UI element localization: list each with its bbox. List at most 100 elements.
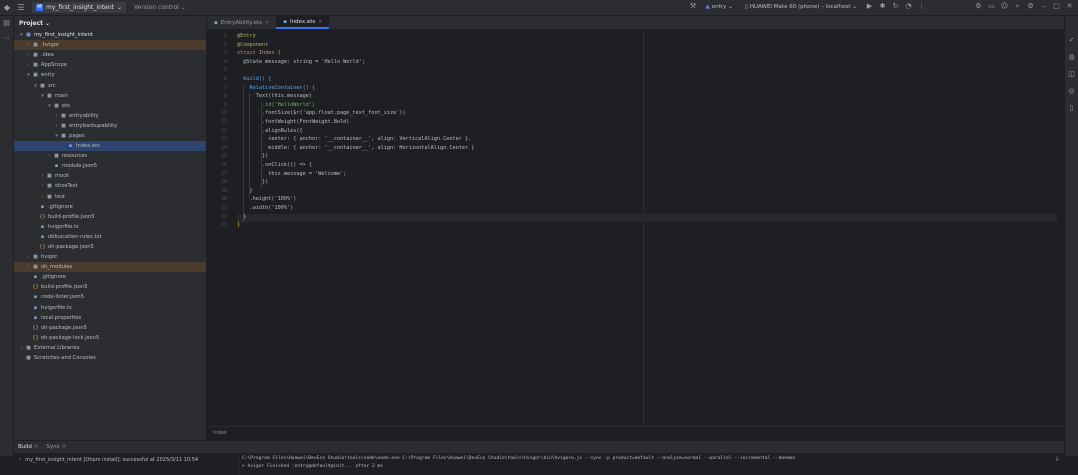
breadcrumb[interactable]: Index: [207, 426, 1064, 440]
chevron-right-icon[interactable]: ›: [39, 194, 46, 200]
tree-item[interactable]: ▾ ■ src: [14, 80, 206, 90]
close-icon[interactable]: ✕: [1065, 2, 1074, 11]
tree-item[interactable]: › ■ entrybackupability: [14, 121, 206, 131]
folder-icon[interactable]: ▭: [987, 2, 996, 11]
tree-item[interactable]: ▾ ■ main: [14, 91, 206, 101]
tree-item[interactable]: › ■ AppScope: [14, 60, 206, 70]
chevron-right-icon[interactable]: ›: [25, 264, 32, 270]
close-tab-icon[interactable]: ✕: [62, 444, 67, 450]
chevron-down-icon[interactable]: ▾: [46, 103, 53, 109]
previewer-icon[interactable]: ◫: [1067, 70, 1076, 79]
tree-item[interactable]: ■ Scratches and Consoles: [14, 353, 206, 363]
code-line[interactable]: }): [237, 179, 268, 187]
editor-tab[interactable]: ▪ Index.ets ✕: [276, 16, 330, 29]
tree-item[interactable]: › ■ .idea: [14, 50, 206, 60]
check-icon[interactable]: ✓: [1067, 36, 1076, 45]
tree-item[interactable]: ▾ ■ pages: [14, 131, 206, 141]
gear-icon[interactable]: ⚙: [1026, 2, 1035, 11]
tree-item[interactable]: › ■ entryability: [14, 111, 206, 121]
tree-item[interactable]: › ■ hvigor: [14, 252, 206, 262]
tree-item[interactable]: ▪ obfuscation-rules.txt: [14, 232, 206, 242]
code-line[interactable]: middle: { anchor: '__container__', align…: [237, 145, 474, 153]
chevron-right-icon[interactable]: ›: [53, 123, 60, 129]
code-line[interactable]: }: [237, 188, 252, 196]
hammer-icon[interactable]: ⚒: [688, 2, 697, 11]
tree-item[interactable]: › ■ oh_modules: [14, 262, 206, 273]
chevron-down-icon[interactable]: ▾: [32, 83, 39, 89]
chevron-right-icon[interactable]: ›: [25, 52, 32, 58]
maximize-icon[interactable]: □: [1052, 2, 1061, 11]
bottom-tab[interactable]: Sync ✕: [46, 441, 66, 453]
tree-item[interactable]: ▾ ■ my_first_insight_intent: [14, 30, 206, 40]
chevron-down-icon[interactable]: ▾: [18, 32, 25, 38]
tree-item[interactable]: › ■ ohosTest: [14, 181, 206, 191]
notifications-icon[interactable]: ◍: [1067, 53, 1076, 62]
ai-assistant-icon[interactable]: ◎: [1067, 87, 1076, 96]
person-icon[interactable]: ☺: [1000, 2, 1009, 11]
code-editor[interactable]: 1 2 3 4 5 6 7 8 9 10 11 12 13 14 15 16 17 18 19 20 21 22 23 @E…: [207, 30, 1064, 426]
tree-item[interactable]: ▾ ■ entry: [14, 70, 206, 80]
search-icon[interactable]: ⌕: [1013, 2, 1022, 11]
chevron-down-icon[interactable]: ▾: [25, 72, 32, 78]
code-line[interactable]: .width('100%'): [237, 205, 293, 213]
tree-item[interactable]: {} oh-package.json5: [14, 323, 206, 333]
settings-icon[interactable]: ⚙: [974, 2, 983, 11]
tree-item[interactable]: ▪ Index.ets: [14, 141, 206, 152]
chevron-right-icon[interactable]: ›: [39, 173, 46, 179]
tree-item[interactable]: ▪ local.properties: [14, 313, 206, 323]
scroll-to-end-icon[interactable]: ⇩: [1055, 456, 1060, 463]
chevron-right-icon[interactable]: ›: [25, 42, 32, 48]
tree-item[interactable]: ▪ code-linter.json5: [14, 292, 206, 302]
device-selector[interactable]: ▯ HUAWEI Mate 60 (phone) – localhost ⌄: [741, 1, 861, 12]
bottom-tab[interactable]: Build ✕: [18, 441, 39, 453]
code-line[interactable]: @Component: [237, 42, 268, 50]
close-tab-icon[interactable]: ✕: [265, 20, 269, 26]
code-line[interactable]: }: [237, 222, 240, 230]
tree-item[interactable]: ▪ .gitignore: [14, 202, 206, 212]
tree-item[interactable]: {} oh-package.json5: [14, 242, 206, 252]
device-manager-icon[interactable]: ▯: [1067, 104, 1076, 113]
project-panel-header[interactable]: Project ⌄: [14, 16, 206, 30]
tree-item[interactable]: ▪ .gitignore: [14, 272, 206, 282]
chevron-right-icon[interactable]: ›: [25, 62, 32, 68]
code-line[interactable]: }: [237, 213, 1057, 222]
close-tab-icon[interactable]: ✕: [318, 19, 322, 25]
chevron-right-icon[interactable]: ›: [25, 254, 32, 260]
code-line[interactable]: build() {: [237, 76, 271, 84]
project-tool-icon[interactable]: ▤: [2, 19, 11, 28]
code-line[interactable]: .fontSize($r('app.float.page_text_font_s…: [237, 110, 406, 118]
tree-item[interactable]: {} oh-package-lock.json5: [14, 333, 206, 343]
tree-item[interactable]: {} build-profile.json5: [14, 212, 206, 222]
code-line[interactable]: @State message: string = 'Hello World';: [237, 59, 365, 67]
run-icon[interactable]: ▶: [865, 2, 874, 11]
tree-item[interactable]: › ■ resources: [14, 151, 206, 161]
project-selector[interactable]: M my_first_insight_intent ⌄: [32, 2, 127, 13]
build-console[interactable]: C:\Program Files\Huawei\DevEco Studio\to…: [242, 455, 1062, 475]
rerun-icon[interactable]: ↻: [891, 2, 900, 11]
code-line[interactable]: this.message = 'Welcome';: [237, 171, 346, 179]
tree-item[interactable]: › ■ test: [14, 192, 206, 202]
structure-tool-icon[interactable]: ⋯: [2, 34, 11, 43]
code-line[interactable]: .height('100%'): [237, 196, 296, 204]
code-area[interactable]: @Entry @Component struct Index { @State me…: [237, 30, 1057, 426]
tree-item[interactable]: ▪ hvigorfile.ts: [14, 222, 206, 232]
run-config-selector[interactable]: ▲ entry ⌄: [701, 1, 736, 12]
tree-item[interactable]: ▪ module.json5: [14, 161, 206, 171]
code-line[interactable]: .alignRules({: [237, 128, 303, 136]
tree-item[interactable]: {} build-profile.json5: [14, 282, 206, 292]
breadcrumb-item[interactable]: Index: [213, 430, 227, 436]
debug-icon[interactable]: ✱: [878, 2, 887, 11]
code-line[interactable]: RelativeContainer() {: [237, 85, 315, 93]
chevron-right-icon[interactable]: ›: [39, 183, 46, 189]
main-menu-icon[interactable]: ☰: [14, 1, 28, 15]
code-line[interactable]: }): [237, 153, 268, 161]
close-tab-icon[interactable]: ✕: [34, 444, 39, 450]
chevron-down-icon[interactable]: ▾: [53, 133, 60, 139]
build-result-item[interactable]: ✓ my_first_insight_intent [Ohpm install]…: [18, 457, 198, 463]
code-line[interactable]: @Entry: [237, 33, 256, 41]
tree-item[interactable]: › ■ .hvigor: [14, 40, 206, 51]
code-line[interactable]: center: { anchor: '__container__', align…: [237, 136, 471, 144]
editor-tab[interactable]: ▪ EntryAbility.ets ✕: [207, 16, 276, 29]
chevron-right-icon[interactable]: ›: [18, 345, 25, 351]
minimize-icon[interactable]: –: [1039, 2, 1048, 11]
